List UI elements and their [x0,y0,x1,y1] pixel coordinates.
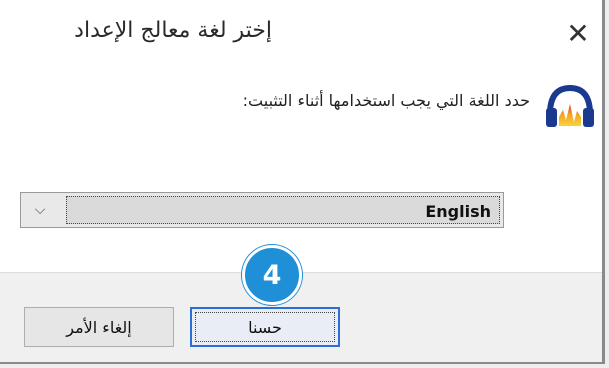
selected-language: English [425,202,491,221]
ok-button[interactable]: حسنا [190,307,340,347]
cancel-button[interactable]: إلغاء الأمر [24,307,174,347]
language-dropdown[interactable]: ⌵ English [20,192,504,228]
close-button[interactable]: ✕ [561,16,595,50]
close-icon: ✕ [566,16,590,50]
title-bar: إختر لغة معالج الإعداد ✕ [0,0,602,66]
language-value-box: English [66,196,500,224]
dialog-title: إختر لغة معالج الإعداد [74,18,272,43]
step-badge: 4 [242,245,302,305]
setup-language-dialog: إختر لغة معالج الإعداد ✕ حدد اللغة التي … [0,0,605,364]
chevron-down-icon[interactable]: ⌵ [25,197,55,223]
cancel-button-label: إلغاء الأمر [66,317,132,337]
focus-rectangle [195,312,335,342]
instruction-text: حدد اللغة التي يجب استخدامها أثناء التثب… [242,91,530,110]
headphones-icon [543,80,597,130]
step-number: 4 [262,259,282,291]
